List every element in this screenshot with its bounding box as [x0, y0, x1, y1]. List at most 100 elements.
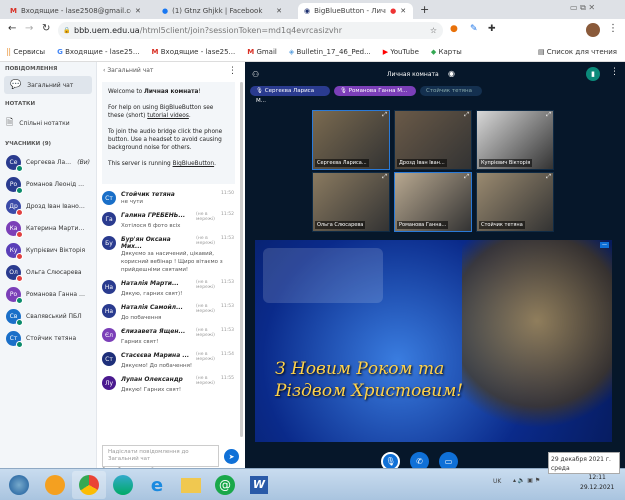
message-time: 11:53 [221, 304, 234, 309]
start-button[interactable] [2, 471, 36, 499]
talking-indicator[interactable]: 🎙 Сергеєва Лариса М... [250, 86, 330, 104]
shared-notes-item[interactable]: 🗎 Спільні нотатки [0, 111, 96, 135]
recording-indicator-icon[interactable]: ◉ [448, 69, 455, 78]
tab-gmail[interactable]: M Входящие - lase2508@gmail.com ✕ [4, 3, 154, 19]
chat-message-input[interactable]: Надіслати повідомлення до Загальний чат [102, 445, 219, 467]
folder-icon [181, 477, 201, 493]
taskbar-ie[interactable]: e [140, 471, 174, 499]
fullscreen-icon[interactable]: ⤢ [382, 111, 387, 119]
bookmark-item[interactable]: ◆ Карты [431, 48, 462, 56]
video-user-label[interactable]: Сергеєва Лариса... [315, 159, 369, 167]
webcam-video[interactable]: ⤢ Ольга Слюсарева [312, 172, 390, 232]
window-controls[interactable]: ▭ ⧉ ✕ [570, 3, 595, 13]
sender-name: Наталія Самойл... [121, 304, 183, 311]
tab-bigbluebutton[interactable]: ◉BigBlueButton - Личная комната●✕ [298, 3, 413, 19]
taskbar-explorer[interactable] [174, 471, 208, 499]
browser-tab-bar: M Входящие - lase2508@gmail.com ✕ ● (1) Gtn… [0, 0, 625, 19]
chat-message: Ст Стойчик тетяна 11:50 не чути [97, 188, 239, 209]
video-user-label[interactable]: Ольга Слюсарева [315, 221, 366, 229]
extensions-puzzle-icon[interactable]: ✚ [488, 24, 496, 34]
chat-scrollbar[interactable] [240, 82, 243, 437]
audio-status-icon [16, 318, 23, 326]
fullscreen-icon[interactable]: ⤢ [464, 111, 469, 119]
bookmark-item[interactable]: M Gmail [247, 48, 277, 56]
taskbar-vpn[interactable] [38, 471, 72, 499]
bookmark-item[interactable]: G Входящие - lase25... [57, 48, 139, 56]
user-list-item[interactable]: Св Свалявський ПБЛ [0, 305, 96, 327]
user-list-item[interactable]: Ку Купрієвич Вікторія [0, 239, 96, 261]
connection-status-icon[interactable]: ▮ [586, 67, 600, 81]
bookmark-star-icon[interactable]: ☆ [430, 22, 437, 39]
reload-icon[interactable]: ↻ [42, 23, 50, 34]
profile-avatar[interactable] [586, 23, 600, 37]
bbb-link[interactable]: BigBlueButton [173, 161, 215, 167]
fullscreen-icon[interactable]: ⤢ [382, 173, 387, 181]
bookmark-item[interactable]: ▶ YouTube [383, 48, 419, 56]
pen-extension-icon[interactable]: ✎ [470, 24, 478, 34]
tutorial-link[interactable]: tutorial videos [147, 113, 189, 119]
taskbar-chrome[interactable] [72, 471, 106, 499]
extension-icon[interactable]: ● [450, 24, 458, 34]
back-icon[interactable]: ← [8, 23, 16, 34]
address-bar[interactable]: 🔒 bbb.uem.edu.ua/html5client/join?session… [58, 22, 443, 39]
user-list-item[interactable]: Др Дрозд Іван Іванович [0, 195, 96, 217]
fullscreen-icon[interactable]: ⤢ [546, 173, 551, 181]
webcam-video[interactable]: ⤢ Стойчик тетяна [476, 172, 554, 232]
fullscreen-icon[interactable]: ⤢ [546, 111, 551, 119]
close-icon[interactable]: ✕ [135, 7, 141, 15]
user-name: Ольга Слюсарева [26, 268, 82, 276]
webcam-video[interactable]: ⤢ Дрозд Іван Іван... [394, 110, 472, 170]
public-chat-item[interactable]: 💬 Загальний чат [4, 76, 92, 94]
taskbar-mail[interactable]: @ [208, 471, 242, 499]
video-user-label[interactable]: Купрієвич Вікторія [479, 159, 533, 167]
send-button[interactable]: ➤ [224, 449, 239, 464]
reading-list[interactable]: ▤ Список для чтения [538, 48, 617, 56]
user-list-item[interactable]: Ст Стойчик тетяна [0, 327, 96, 349]
options-menu-icon[interactable]: ⋮ [610, 67, 619, 77]
tray-icons[interactable]: ▴ 🔈 ▣ ⚑ [513, 477, 540, 484]
chat-header[interactable]: ‹ Загальний чат [103, 67, 153, 74]
talking-indicator[interactable]: 🎙 Романова Ганна М... [334, 86, 416, 96]
webcam-video[interactable]: ⤢ Купрієвич Вікторія [476, 110, 554, 170]
avatar: Ст [102, 191, 116, 205]
talking-indicator[interactable]: Стойчик тетяна [420, 86, 482, 96]
bookmark-item[interactable]: ◈ Bulletin_17_46_Ped... [289, 48, 371, 56]
close-icon[interactable]: ✕ [276, 7, 282, 15]
presentation-slide[interactable]: З Новим Роком та Різдвом Христовим! — [255, 240, 612, 442]
audio-status-icon [16, 208, 23, 216]
forward-icon[interactable]: → [25, 23, 33, 34]
offline-label: (не в мережі) [196, 280, 215, 290]
edge-icon [113, 475, 133, 495]
taskbar-edge[interactable] [106, 471, 140, 499]
taskbar-word[interactable]: W [242, 471, 276, 499]
message-list: Ст Стойчик тетяна 11:50 не чути Га Галина ГРЕ… [97, 188, 239, 397]
minimize-presentation-button[interactable]: — [600, 242, 609, 248]
fullscreen-icon[interactable]: ⤢ [464, 173, 469, 181]
webcam-video[interactable]: ⤢ Романова Ганна... [394, 172, 472, 232]
user-list-item[interactable]: СеСергеєва Лариса ... (Ви) [0, 151, 96, 173]
avatar: На [102, 280, 116, 294]
webcam-video[interactable]: ⤢ Сергеєва Лариса... [312, 110, 390, 170]
menu-icon[interactable]: ⋮ [608, 23, 618, 34]
bookmark-item[interactable]: M Входящие - lase25... [152, 48, 236, 56]
video-user-label[interactable]: Стойчик тетяна [479, 221, 525, 229]
user-list-item[interactable]: КаКатерина Мартиненко [0, 217, 96, 239]
video-user-label[interactable]: Романова Ганна... [397, 221, 449, 229]
vpn-icon [45, 475, 65, 495]
tab-facebook[interactable]: ● (1) Gtnz Ghjkk | Facebook ✕ [156, 3, 296, 19]
user-list-item[interactable]: РоРоманов Леонід Анато... [0, 173, 96, 195]
close-icon[interactable]: ✕ [400, 7, 406, 15]
avatar: Лу [102, 376, 116, 390]
bookmark-apps[interactable]: ⣿ Сервисы [6, 48, 45, 56]
new-tab-button[interactable]: + [420, 3, 429, 16]
video-user-label[interactable]: Дрозд Іван Іван... [397, 159, 447, 167]
clock[interactable]: 12:11 29.12.2021 [580, 473, 614, 493]
message-time: 11:54 [221, 352, 234, 357]
user-name: Романова Ганна Мико... [26, 290, 86, 298]
user-list-item[interactable]: Ол Ольга Слюсарева [0, 261, 96, 283]
user-list-item[interactable]: РоРоманова Ганна Мико... [0, 283, 96, 305]
christmas-decoration [462, 240, 612, 442]
toggle-userlist-icon[interactable]: ⚇ [252, 70, 259, 79]
chat-options-icon[interactable]: ⋮ [228, 66, 237, 76]
language-indicator[interactable]: UK [493, 478, 501, 485]
